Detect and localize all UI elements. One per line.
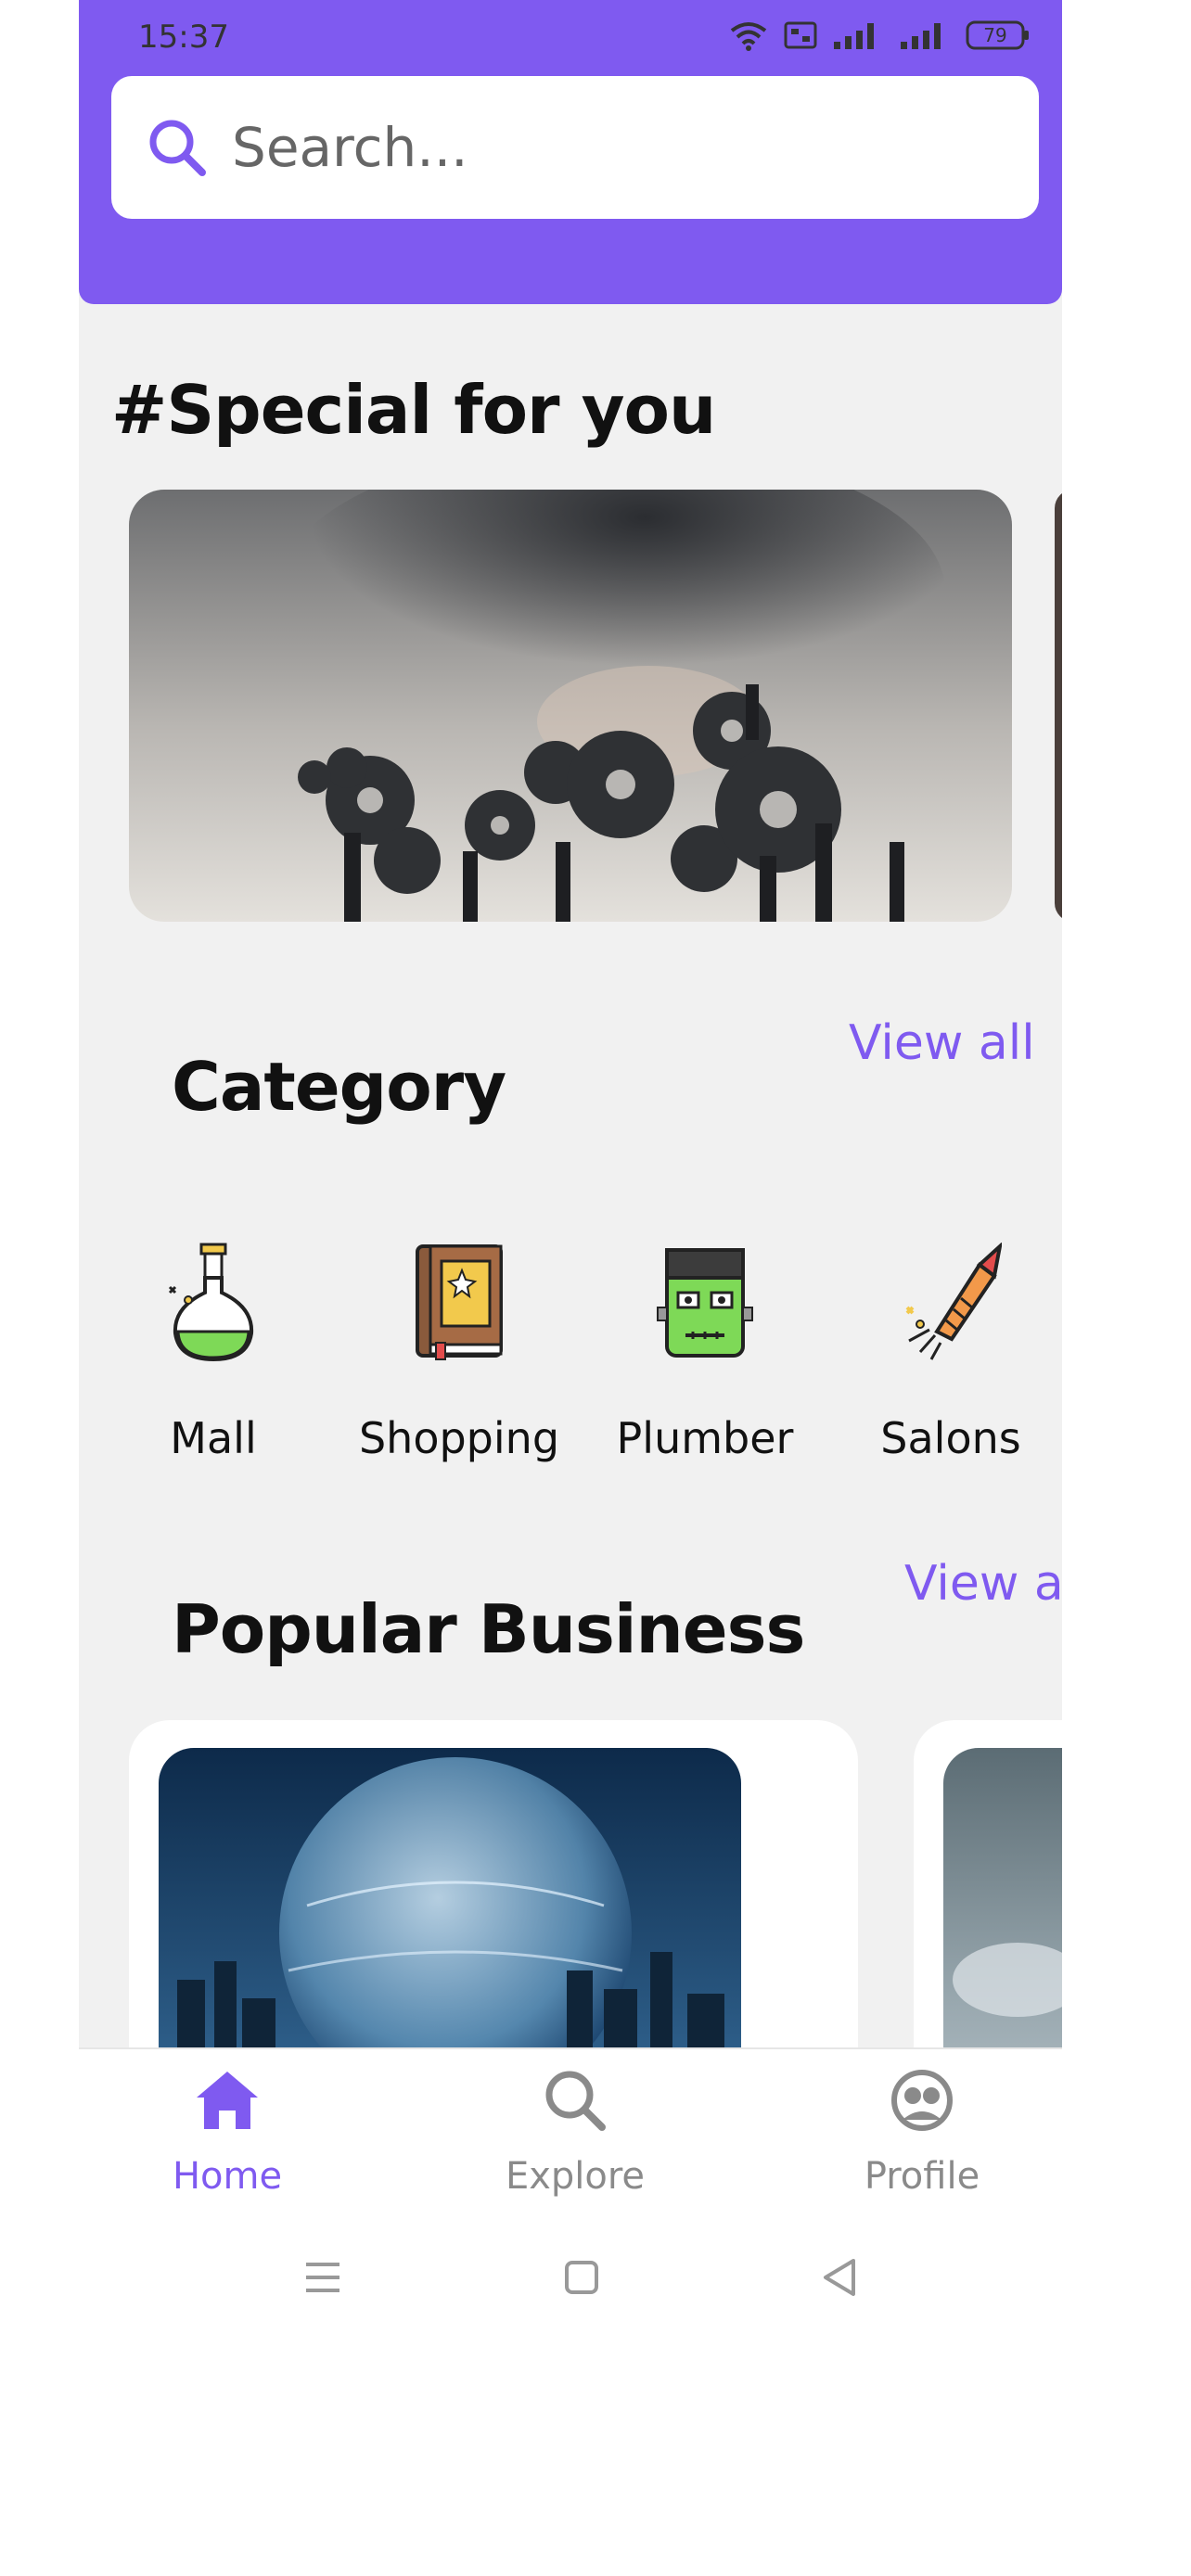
category-label: Plumber xyxy=(616,1413,794,1463)
home-icon xyxy=(197,2072,258,2129)
search-bar[interactable] xyxy=(111,76,1039,219)
signal-2-icon xyxy=(901,23,941,49)
next-special-banner[interactable] xyxy=(1055,490,1062,922)
app-screen: 15:37 79 Search... #Special for you Cate… xyxy=(79,0,1062,2235)
search-icon xyxy=(545,2071,606,2131)
firework-rocket-icon xyxy=(905,1241,1004,1360)
status-icons: 79 xyxy=(728,17,1031,54)
battery-icon: 79 xyxy=(966,20,1029,50)
wifi-icon xyxy=(730,22,767,51)
frankenstein-icon xyxy=(657,1248,753,1358)
back-triangle-icon[interactable] xyxy=(813,2250,868,2305)
system-navigation-bar xyxy=(0,2235,1191,2318)
profile-icon xyxy=(891,2070,953,2131)
category-view-all-link[interactable]: View all xyxy=(849,1015,1035,1071)
category-label: Salons xyxy=(880,1413,1021,1463)
potion-flask-icon xyxy=(168,1243,254,1362)
home-square-icon[interactable] xyxy=(554,2250,609,2305)
nav-explore[interactable]: Explore xyxy=(482,2066,668,2198)
category-item-plumber[interactable]: Plumber xyxy=(603,1243,807,1463)
nav-profile[interactable]: Profile xyxy=(829,2066,1015,2198)
search-input[interactable] xyxy=(230,100,1039,195)
search-icon xyxy=(149,120,206,176)
category-item-salons[interactable]: Salons xyxy=(849,1241,1053,1463)
category-label: Shopping xyxy=(358,1413,560,1463)
category-item-mall[interactable]: Mall xyxy=(111,1243,315,1463)
bottom-navigation: Home Explore Profile xyxy=(79,2047,1062,2235)
special-banner-image[interactable] xyxy=(129,490,1012,922)
nav-home[interactable]: Home xyxy=(134,2066,320,2198)
nav-label: Explore xyxy=(505,2155,646,2198)
volte-icon xyxy=(784,21,817,49)
status-time: 15:37 xyxy=(138,19,229,56)
category-label: Mall xyxy=(170,1413,257,1463)
header: 15:37 79 xyxy=(79,0,1062,304)
book-icon xyxy=(416,1244,503,1360)
category-item-shopping[interactable]: Shopping xyxy=(357,1243,561,1463)
nav-label: Profile xyxy=(864,2155,980,2198)
signal-1-icon xyxy=(834,23,874,49)
popular-view-all-link[interactable]: View all xyxy=(904,1556,1062,1612)
nav-label: Home xyxy=(172,2155,283,2198)
menu-icon[interactable] xyxy=(295,2250,351,2305)
special-section-title: #Special for you xyxy=(111,371,716,449)
category-title: Category xyxy=(172,1048,506,1126)
popular-business-title: Popular Business xyxy=(172,1590,805,1668)
battery-level: 79 xyxy=(983,24,1006,46)
